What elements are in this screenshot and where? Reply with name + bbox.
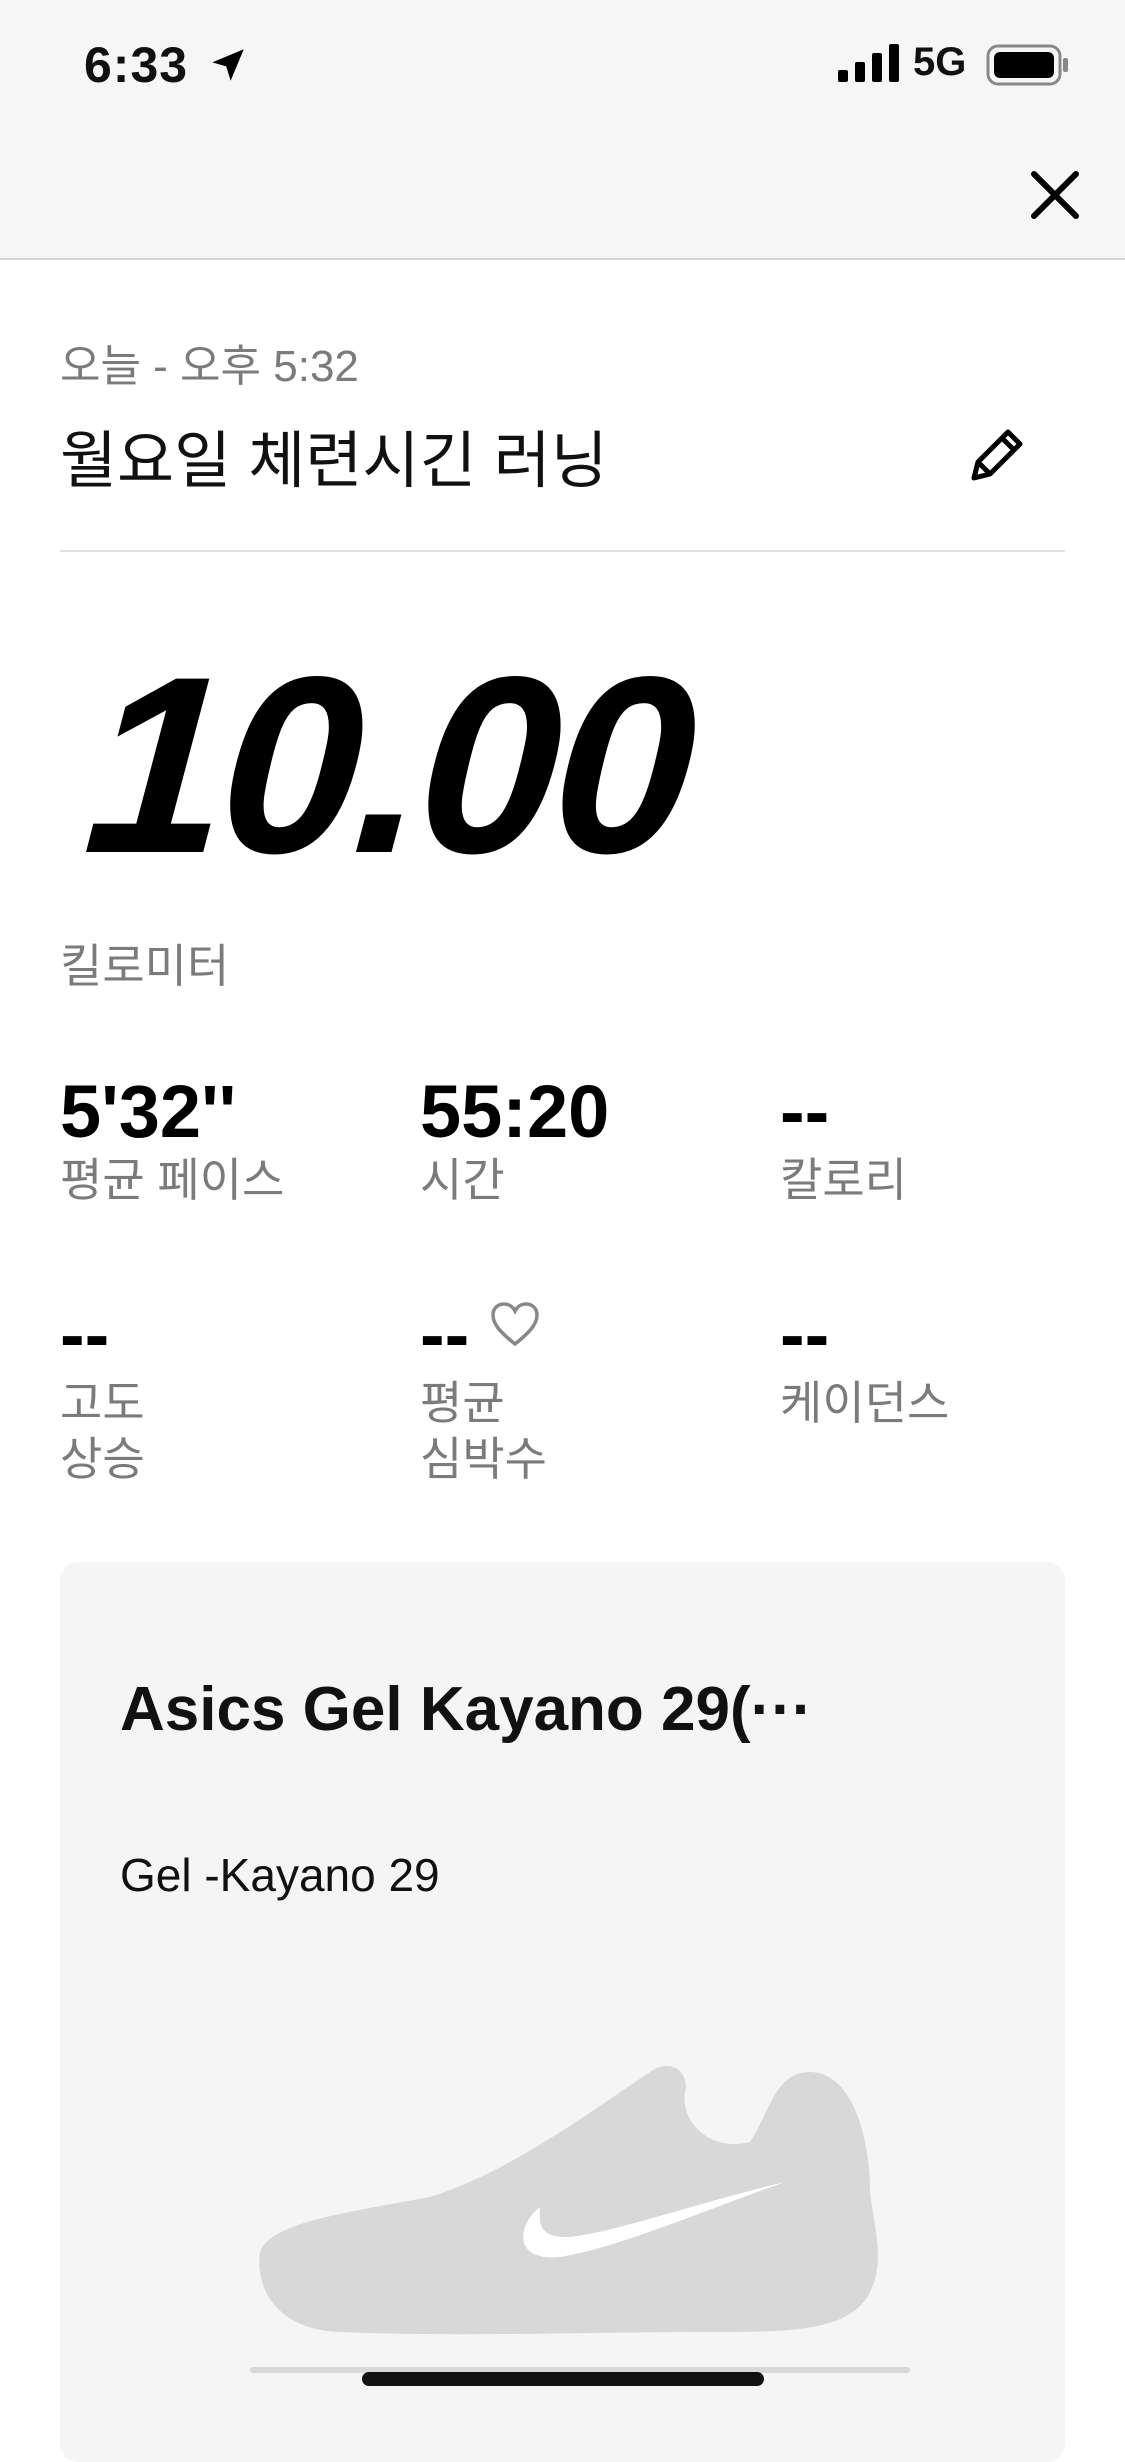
divider xyxy=(60,550,1065,552)
cadence-label: 케이던스 xyxy=(780,1377,950,1429)
calories-label: 칼로리 xyxy=(780,1154,907,1206)
shoe-model: Gel -Kayano 29 xyxy=(120,1849,440,1901)
elevation-value: -- xyxy=(60,1293,110,1376)
shoe-card[interactable]: Asics Gel Kayano 29(··· Gel -Kayano 29 xyxy=(60,1562,1065,2462)
distance-value: 10.00 xyxy=(78,625,699,906)
avg-pace-label: 평균 페이스 xyxy=(60,1154,285,1206)
avg-pace-value: 5'32'' xyxy=(60,1070,237,1153)
time-label: 시간 xyxy=(420,1154,505,1206)
top-bar: 6:33 5G xyxy=(0,0,1125,260)
heart-rate-label-line2: 심박수 xyxy=(420,1433,547,1485)
location-arrow-icon xyxy=(212,49,244,81)
heart-icon xyxy=(491,1302,539,1347)
status-time: 6:33 xyxy=(84,37,189,93)
cellular-signal-icon xyxy=(838,44,899,82)
home-indicator[interactable] xyxy=(362,2372,764,2386)
network-type: 5G xyxy=(913,40,967,84)
elevation-label-line2: 상승 xyxy=(60,1433,145,1485)
shoe-name: Asics Gel Kayano 29(··· xyxy=(120,1675,813,1744)
elevation-label-line1: 고도 xyxy=(60,1377,145,1429)
heart-rate-label-line1: 평균 xyxy=(420,1377,505,1429)
distance-unit: 킬로미터 xyxy=(60,940,230,992)
edit-pencil-icon[interactable] xyxy=(960,420,1032,492)
close-button[interactable] xyxy=(1020,160,1090,230)
heart-rate-value: -- xyxy=(420,1293,470,1376)
run-date-time: 오늘 - 오후 5:32 xyxy=(60,342,359,391)
calories-value: -- xyxy=(780,1070,830,1153)
time-value: 55:20 xyxy=(420,1070,610,1153)
cadence-value: -- xyxy=(780,1293,830,1376)
battery-icon xyxy=(986,44,1068,86)
run-title: 월요일 체련시긴 러닝 xyxy=(60,427,608,496)
